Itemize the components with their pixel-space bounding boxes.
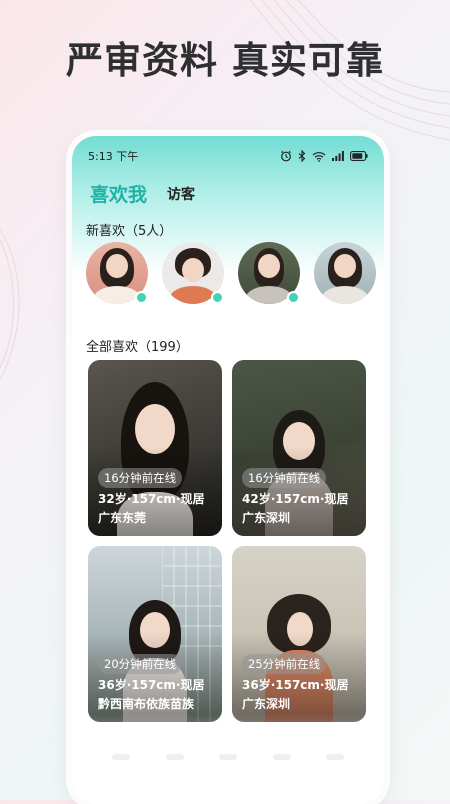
profile-age-height: 42岁·157cm·现居	[242, 492, 349, 506]
profile-info: 32岁·157cm·现居 广东东莞	[98, 490, 216, 528]
new-like-avatar[interactable]	[314, 242, 376, 304]
profile-location: 广东深圳	[242, 511, 291, 525]
online-status-pill: 16分钟前在线	[98, 468, 183, 488]
profile-card[interactable]: 16分钟前在线 42岁·157cm·现居 广东深圳	[232, 360, 366, 536]
new-like-avatar[interactable]	[162, 242, 224, 304]
profile-card[interactable]: 25分钟前在线 36岁·157cm·现居 广东深圳	[232, 546, 366, 722]
online-status-pill: 20分钟前在线	[98, 654, 183, 674]
profile-age-height: 36岁·157cm·现居	[98, 678, 205, 692]
phone-frame: 5:13 下午 喜欢我 访客 新喜欢（5人） 全部喜欢（199） 16分钟前在线…	[72, 136, 384, 804]
status-bar: 5:13 下午	[88, 148, 368, 164]
nav-item[interactable]	[219, 754, 237, 760]
bottom-nav-placeholder	[112, 754, 344, 760]
status-icons	[280, 150, 368, 162]
profile-card[interactable]: 20分钟前在线 36岁·157cm·现居 黔西南布依族苗族	[88, 546, 222, 722]
tab-likes-me[interactable]: 喜欢我	[90, 180, 147, 207]
nav-item[interactable]	[326, 754, 344, 760]
online-status-pill: 25分钟前在线	[242, 654, 327, 674]
all-likes-label: 全部喜欢（199）	[86, 340, 189, 355]
online-status-pill: 16分钟前在线	[242, 468, 327, 488]
bluetooth-icon	[298, 150, 306, 162]
new-like-avatar[interactable]	[86, 242, 148, 304]
profile-location: 黔西南布依族苗族	[98, 697, 195, 711]
profile-age-height: 36岁·157cm·现居	[242, 678, 349, 692]
nav-item[interactable]	[272, 754, 291, 760]
alarm-icon	[281, 150, 291, 162]
battery-icon	[350, 151, 368, 161]
new-likes-label: 新喜欢（5人）	[86, 224, 173, 239]
profile-location: 广东东莞	[98, 511, 147, 525]
signal-icon	[332, 151, 344, 161]
profile-card[interactable]: 16分钟前在线 32岁·157cm·现居 广东东莞	[88, 360, 222, 536]
nav-item[interactable]	[165, 754, 184, 760]
profile-info: 36岁·157cm·现居 广东深圳	[242, 676, 360, 714]
wifi-icon	[312, 151, 326, 162]
profile-info: 42岁·157cm·现居 广东深圳	[242, 490, 360, 528]
tab-visitors[interactable]: 访客	[167, 184, 195, 207]
online-indicator	[135, 291, 148, 304]
online-indicator	[211, 291, 224, 304]
profile-info: 36岁·157cm·现居 黔西南布依族苗族	[98, 676, 216, 714]
online-indicator	[287, 291, 300, 304]
profile-location: 广东深圳	[242, 697, 291, 711]
profile-age-height: 32岁·157cm·现居	[98, 492, 205, 506]
tab-bar: 喜欢我 访客	[90, 180, 195, 207]
new-likes-row	[86, 242, 376, 304]
nav-item[interactable]	[112, 754, 130, 760]
status-time: 5:13 下午	[88, 150, 139, 163]
new-like-avatar[interactable]	[238, 242, 300, 304]
avatar	[314, 242, 376, 304]
page-headline: 严审资料 真实可靠	[66, 39, 384, 82]
